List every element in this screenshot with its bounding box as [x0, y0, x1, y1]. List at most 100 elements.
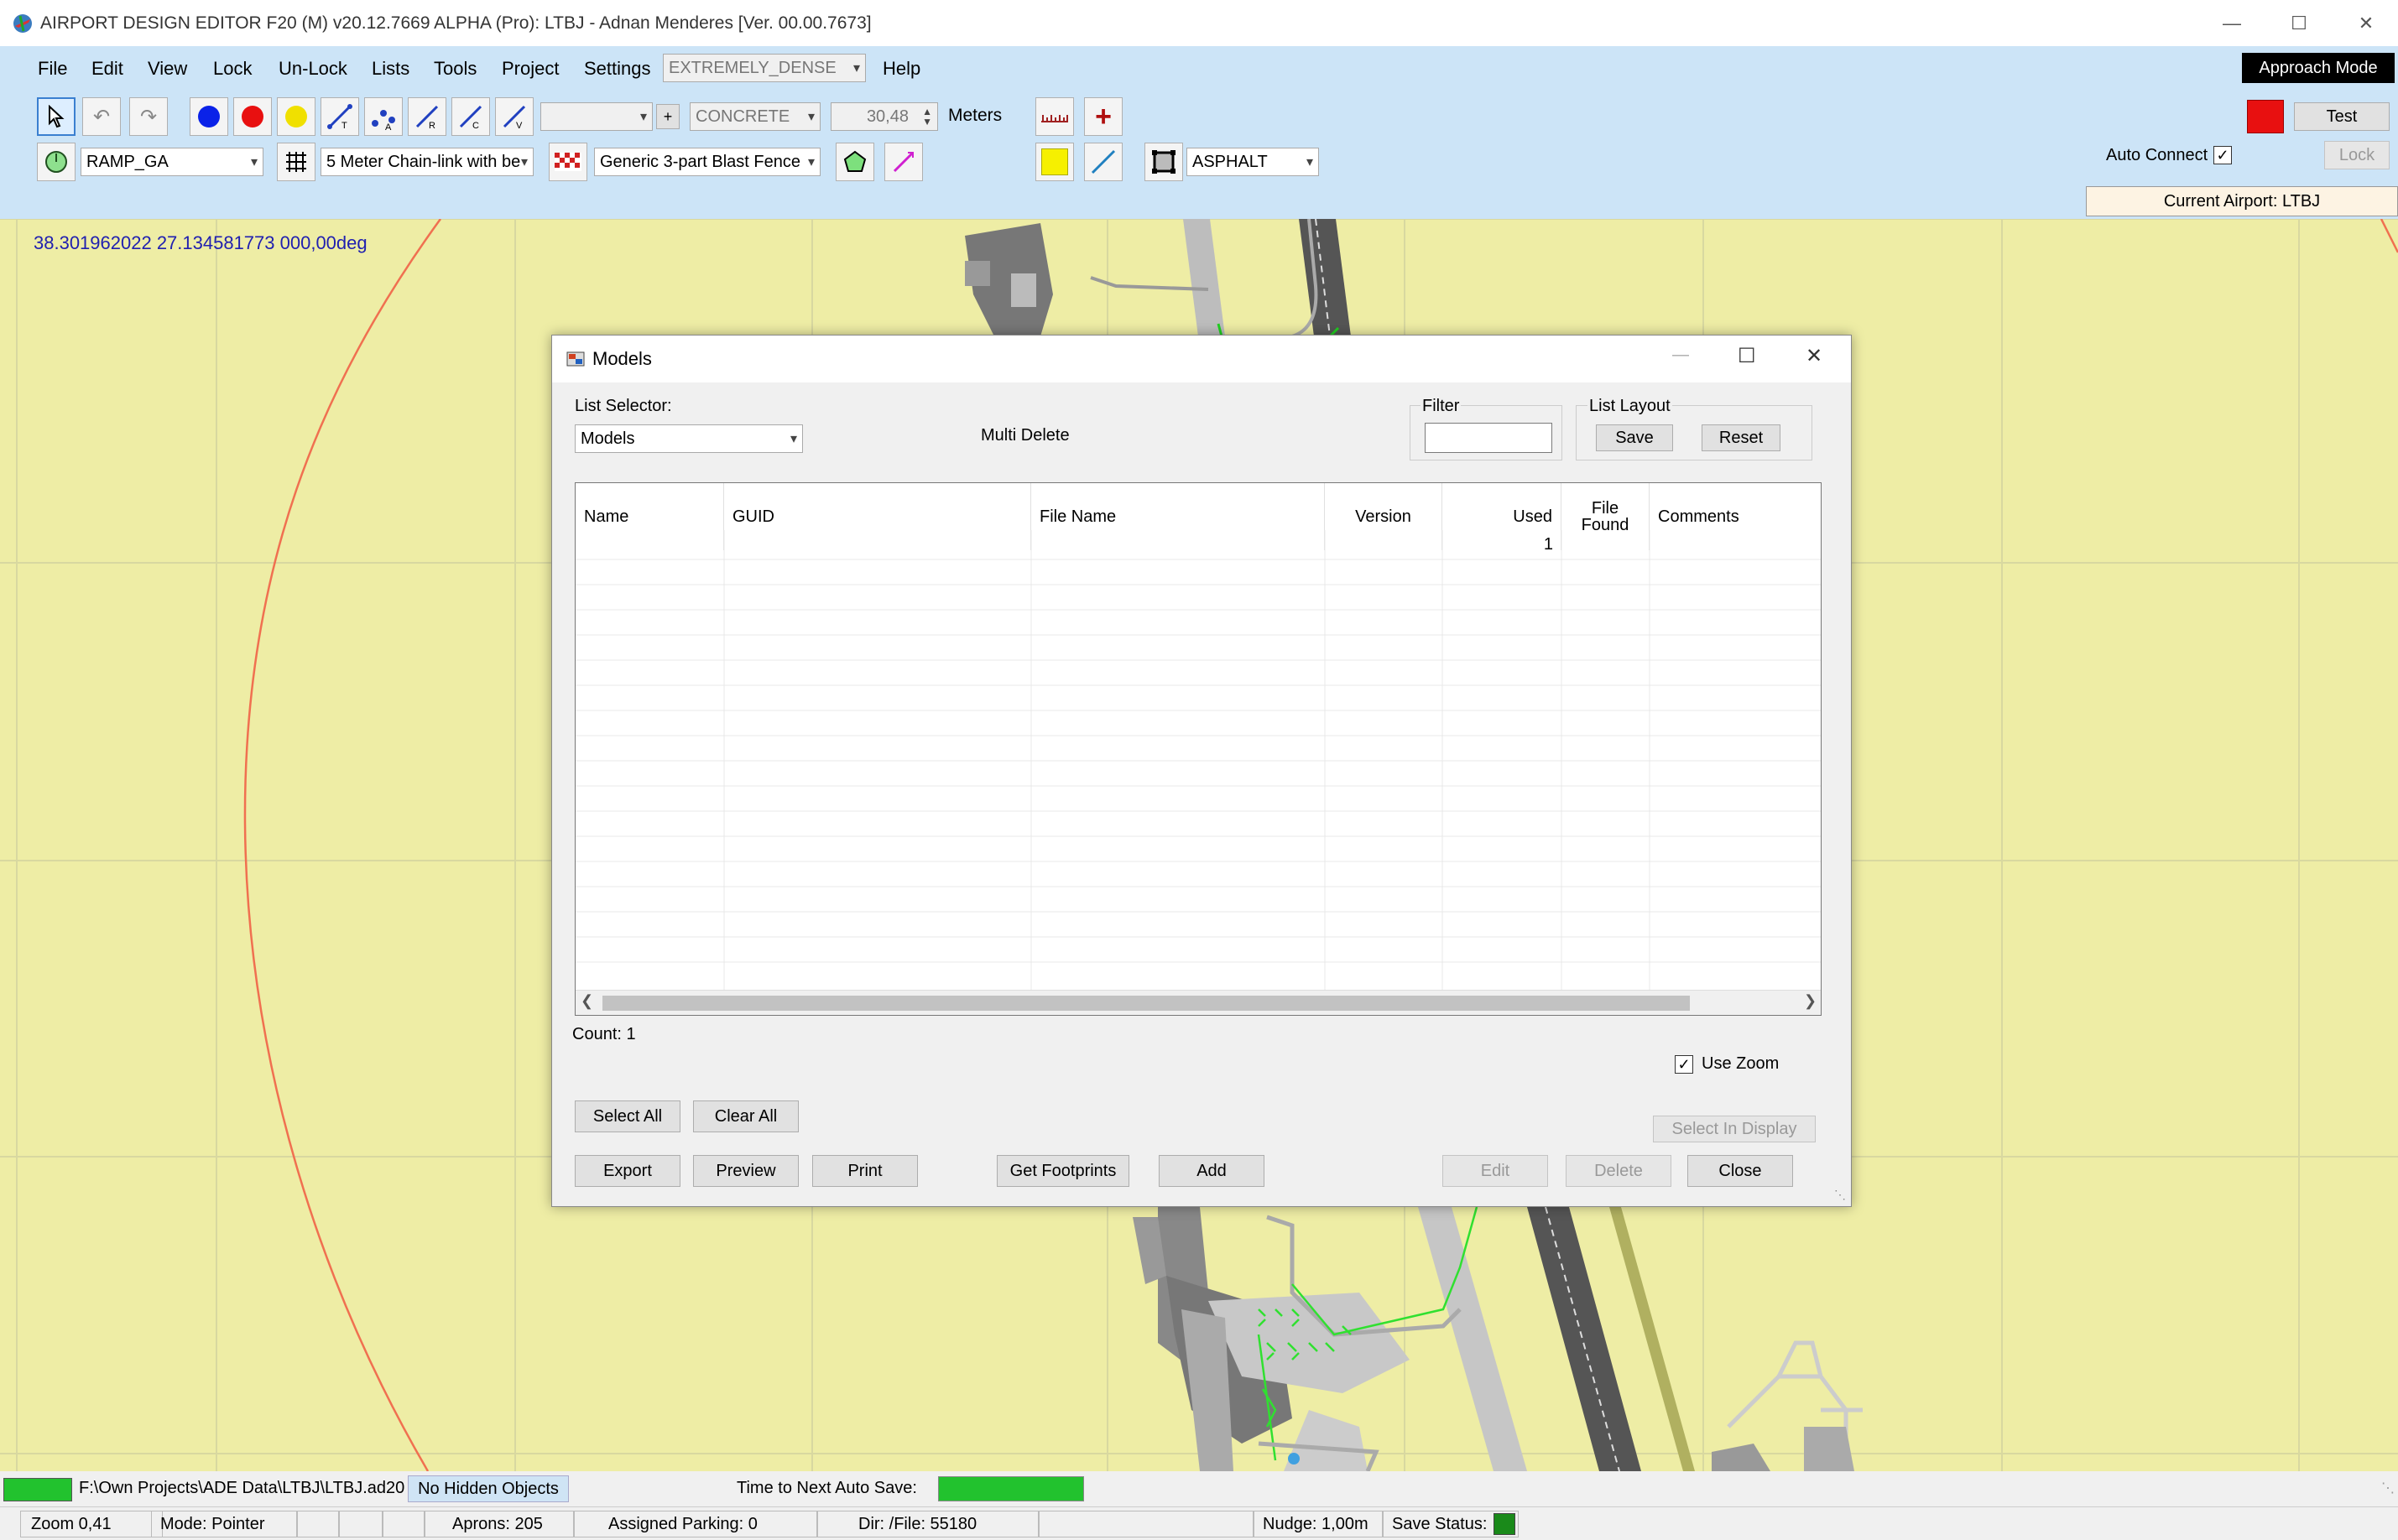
print-button[interactable]: Print: [812, 1155, 918, 1187]
cursor-coordinates: 38.301962022 27.134581773 000,00deg: [34, 232, 368, 253]
status-empty-2: [339, 1511, 383, 1537]
yellow-point-button[interactable]: [277, 97, 315, 136]
get-footprints-button[interactable]: Get Footprints: [997, 1155, 1129, 1187]
polygon-icon: [843, 150, 867, 172]
layout-save-button[interactable]: Save: [1596, 424, 1673, 451]
custom-line-icon: C: [459, 105, 482, 130]
vehicle-line-button[interactable]: V: [495, 97, 534, 136]
close-window-button[interactable]: ✕: [2333, 0, 2398, 46]
scrollbar-thumb[interactable]: [602, 996, 1690, 1011]
menu-tools[interactable]: Tools: [434, 58, 477, 80]
runway-line-button[interactable]: R: [408, 97, 446, 136]
chevron-down-icon: ▾: [852, 61, 860, 75]
menu-lists[interactable]: Lists: [372, 58, 409, 80]
measure-button[interactable]: [1035, 97, 1074, 136]
use-zoom-checkbox[interactable]: ✓: [1675, 1055, 1693, 1074]
test-button[interactable]: Test: [2294, 102, 2390, 131]
add-button[interactable]: Add: [1159, 1155, 1264, 1187]
apron-line-button[interactable]: A: [364, 97, 403, 136]
lock-button[interactable]: Lock: [2324, 141, 2390, 169]
zoom-status: Zoom 0,41: [20, 1511, 163, 1537]
dialog-maximize-icon[interactable]: ☐: [1738, 344, 1756, 368]
menu-lock[interactable]: Lock: [213, 58, 252, 80]
export-button[interactable]: Export: [575, 1155, 680, 1187]
preview-button[interactable]: Preview: [693, 1155, 799, 1187]
chevron-down-icon: ▾: [807, 155, 815, 169]
blast-fence-button[interactable]: [549, 143, 587, 181]
blue-circle-icon: [198, 106, 220, 127]
ramp-select[interactable]: RAMP_GA ▾: [81, 148, 263, 176]
delete-button[interactable]: Delete: [1566, 1155, 1671, 1187]
polygon-button[interactable]: [836, 143, 874, 181]
redo-button[interactable]: ↷: [129, 97, 168, 136]
yellow-fill-button[interactable]: [1035, 143, 1074, 181]
dialog-close-icon[interactable]: ✕: [1806, 344, 1822, 368]
status-bar-top: F:\Own Projects\ADE Data\LTBJ\LTBJ.ad20 …: [0, 1471, 2398, 1506]
menu-help[interactable]: Help: [883, 58, 920, 80]
dir-file-status: Dir: /File: 55180: [817, 1511, 1039, 1537]
hidden-objects-label[interactable]: No Hidden Objects: [408, 1475, 569, 1502]
approach-mode-button[interactable]: Approach Mode: [2242, 53, 2395, 83]
checkmark-icon: ✓: [2216, 147, 2229, 164]
status-empty-4: [1039, 1511, 1254, 1537]
filter-input[interactable]: [1425, 423, 1552, 453]
resize-grip-icon[interactable]: ⋱: [1834, 1188, 1846, 1202]
line-tool-button[interactable]: [884, 143, 923, 181]
fence-button[interactable]: [277, 143, 315, 181]
menu-unlock[interactable]: Un-Lock: [279, 58, 347, 80]
taxi-line-button[interactable]: T: [321, 97, 359, 136]
menu-settings[interactable]: Settings: [584, 58, 651, 80]
blue-point-button[interactable]: [190, 97, 228, 136]
menu-project[interactable]: Project: [502, 58, 559, 80]
resize-grip-icon[interactable]: ⋱: [2381, 1480, 2395, 1496]
auto-connect-checkbox[interactable]: ✓: [2213, 146, 2232, 164]
clear-all-button[interactable]: Clear All: [693, 1100, 799, 1132]
table-gridlines: [576, 530, 1821, 991]
blast-fence-icon: [555, 153, 581, 171]
apron-surface-select[interactable]: ASPHALT ▾: [1186, 148, 1319, 176]
fence-select[interactable]: 5 Meter Chain-link with be ▾: [321, 148, 534, 176]
table-row[interactable]: 1: [576, 530, 1821, 559]
width-stepper[interactable]: 30,48 ▲ ▼: [831, 102, 938, 131]
minimize-button[interactable]: —: [2198, 0, 2265, 46]
yellow-square-icon: [1041, 148, 1068, 175]
crosshair-button[interactable]: +: [1084, 97, 1123, 136]
blast-fence-select[interactable]: Generic 3-part Blast Fence ▾: [594, 148, 821, 176]
menu-file[interactable]: File: [38, 58, 67, 80]
close-button[interactable]: Close: [1687, 1155, 1793, 1187]
red-square-icon[interactable]: [2247, 100, 2284, 133]
undo-button[interactable]: ↶: [82, 97, 121, 136]
svg-text:V: V: [516, 121, 523, 130]
minimize-icon: —: [2223, 12, 2241, 34]
models-table[interactable]: Name GUID File Name Version Used File Fo…: [575, 482, 1822, 1016]
red-point-button[interactable]: [233, 97, 272, 136]
auto-save-label: Time to Next Auto Save:: [737, 1479, 917, 1497]
layout-reset-button[interactable]: Reset: [1702, 424, 1780, 451]
ramp-start-button[interactable]: [37, 143, 76, 181]
menu-edit[interactable]: Edit: [91, 58, 123, 80]
pointer-tool-button[interactable]: [37, 97, 76, 136]
scroll-left-icon[interactable]: ❮: [581, 992, 593, 1010]
custom-line-button[interactable]: C: [451, 97, 490, 136]
scroll-right-icon[interactable]: ❯: [1804, 992, 1817, 1010]
diagonal-line-button[interactable]: [1084, 143, 1123, 181]
select-in-display-button[interactable]: Select In Display: [1653, 1116, 1816, 1142]
menu-view[interactable]: View: [148, 58, 187, 80]
line-type-select[interactable]: ▾: [540, 102, 653, 131]
maximize-button[interactable]: ☐: [2265, 0, 2333, 46]
horizontal-scrollbar[interactable]: ❮ ❯: [576, 990, 1821, 1015]
dialog-titlebar: Models — ☐ ✕: [552, 336, 1851, 382]
list-selector-select[interactable]: Models ▾: [575, 424, 803, 453]
pointer-icon: [49, 105, 65, 128]
multi-delete-label[interactable]: Multi Delete: [981, 426, 1070, 445]
edit-button[interactable]: Edit: [1442, 1155, 1548, 1187]
ruler-icon: [1041, 115, 1068, 122]
diagonal-line-icon: [1091, 149, 1116, 174]
density-select[interactable]: EXTREMELY_DENSE ▾: [663, 54, 866, 82]
add-line-type-button[interactable]: +: [656, 104, 680, 129]
surface-select[interactable]: CONCRETE ▾: [690, 102, 821, 131]
select-all-button[interactable]: Select All: [575, 1100, 680, 1132]
aprons-button[interactable]: [1144, 143, 1183, 181]
blast-fence-value: Generic 3-part Blast Fence: [600, 152, 800, 171]
dialog-minimize-icon[interactable]: —: [1672, 346, 1689, 365]
